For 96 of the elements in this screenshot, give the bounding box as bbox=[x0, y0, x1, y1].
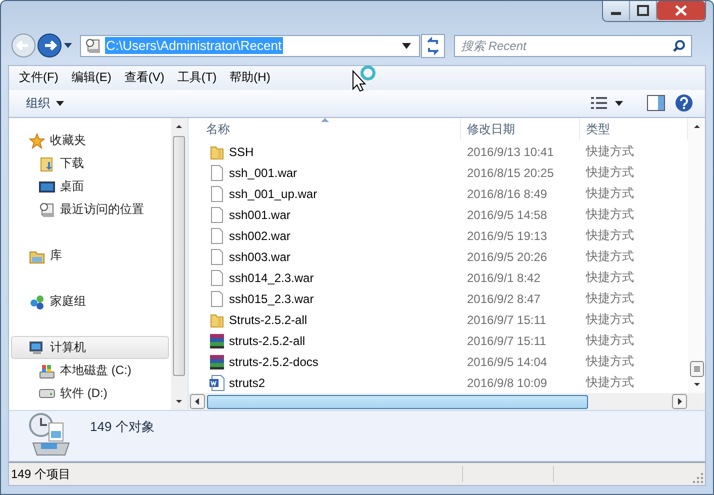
file-icon bbox=[209, 186, 225, 202]
menu-item[interactable]: 文件(F) bbox=[13, 67, 64, 88]
file-date: 2016/9/5 19:13 bbox=[466, 228, 548, 245]
file-type: 快捷方式 bbox=[584, 143, 635, 160]
navigation-item[interactable]: 计算机 bbox=[11, 336, 169, 360]
file-type: 快捷方式 bbox=[584, 206, 635, 224]
preview-pane-button[interactable] bbox=[647, 95, 665, 112]
file-name[interactable]: ssh_001.war bbox=[229, 166, 298, 180]
navigation-item[interactable]: 软件 (D:) bbox=[11, 382, 169, 406]
search-icon[interactable] bbox=[673, 40, 685, 52]
file-name[interactable]: SSH bbox=[229, 144, 254, 159]
star-icon bbox=[29, 132, 45, 149]
help-button[interactable] bbox=[675, 94, 693, 112]
file-type: 快捷方式 bbox=[584, 374, 635, 392]
navigation-item[interactable]: 最近访问的位置 bbox=[11, 198, 169, 222]
close-button[interactable] bbox=[657, 1, 705, 20]
homegroup-icon bbox=[29, 294, 45, 310]
file-date: 2016/9/5 20:26 bbox=[466, 248, 548, 266]
scroll-thumb[interactable] bbox=[207, 394, 588, 409]
file-icon bbox=[209, 206, 225, 223]
view-list-button[interactable] bbox=[591, 96, 607, 110]
file-type: 快捷方式 bbox=[584, 164, 635, 182]
computer-icon bbox=[29, 340, 45, 356]
dropdown-arrow-icon[interactable] bbox=[402, 42, 411, 49]
file-name[interactable]: ssh003.war bbox=[229, 250, 290, 264]
file-icon bbox=[209, 290, 225, 307]
file-type: 快捷方式 bbox=[584, 227, 635, 244]
scroll-thumb[interactable] bbox=[173, 136, 185, 376]
file-date: 2016/9/7 15:11 bbox=[466, 312, 548, 329]
refresh-button[interactable] bbox=[421, 34, 445, 58]
organize-button[interactable]: 组织 bbox=[21, 92, 69, 115]
menu-item[interactable]: 查看(V) bbox=[118, 67, 170, 88]
resize-grip-icon[interactable] bbox=[693, 473, 703, 483]
column-header[interactable]: 修改日期 bbox=[461, 118, 580, 140]
drive-icon bbox=[39, 362, 55, 379]
file-date: 2016/9/5 14:58 bbox=[466, 206, 548, 224]
archive-icon bbox=[209, 354, 225, 370]
file-type: 快捷方式 bbox=[584, 353, 635, 370]
folder-icon bbox=[209, 144, 225, 160]
file-date: 2016/9/7 15:11 bbox=[466, 332, 548, 350]
recent-places-icon bbox=[85, 38, 101, 54]
file-date: 2016/9/2 8:47 bbox=[466, 290, 542, 308]
navigation-item[interactable]: 库 bbox=[11, 244, 169, 268]
file-name[interactable]: Struts-2.5.2-all bbox=[229, 312, 308, 327]
navigation-item[interactable]: 收藏夹 bbox=[11, 129, 169, 152]
file-icon bbox=[209, 270, 225, 286]
status-text: 149 个项目 bbox=[11, 466, 70, 483]
document-icon bbox=[209, 374, 225, 391]
scrollbar[interactable] bbox=[189, 393, 705, 410]
file-type: 快捷方式 bbox=[584, 248, 635, 266]
caret-icon[interactable] bbox=[56, 100, 64, 106]
file-date: 2016/9/1 8:42 bbox=[466, 270, 542, 287]
recent-places-icon bbox=[39, 202, 55, 218]
file-name[interactable]: ssh002.war bbox=[229, 228, 290, 243]
sort-arrow-icon bbox=[320, 118, 328, 122]
file-type: 快捷方式 bbox=[584, 269, 635, 286]
menu-item[interactable]: 帮助(H) bbox=[224, 67, 276, 88]
file-name[interactable]: struts-2.5.2-docs bbox=[229, 354, 318, 369]
file-name[interactable]: ssh015_2.3.war bbox=[229, 292, 314, 306]
busy-cursor-icon bbox=[352, 65, 378, 93]
navigation-item[interactable]: 家庭组 bbox=[11, 290, 169, 314]
scrollbar[interactable] bbox=[688, 118, 705, 394]
drive-icon bbox=[39, 389, 55, 398]
view-dropdown-icon[interactable] bbox=[615, 100, 623, 106]
forward-button[interactable] bbox=[37, 33, 62, 58]
file-type: 快捷方式 bbox=[584, 185, 635, 202]
column-header[interactable]: 名称 bbox=[189, 118, 461, 140]
item-count: 149 个对象 bbox=[90, 418, 154, 436]
monitor-icon bbox=[39, 178, 55, 195]
scroll-thumb[interactable] bbox=[688, 361, 704, 378]
folder-icon bbox=[209, 312, 225, 328]
file-name[interactable]: struts2 bbox=[229, 376, 266, 390]
file-type: 快捷方式 bbox=[584, 290, 635, 308]
file-type: 快捷方式 bbox=[584, 332, 635, 350]
folder-icon bbox=[39, 156, 55, 172]
archive-icon bbox=[209, 332, 225, 349]
navigation-item[interactable]: 本地磁盘 (C:) bbox=[11, 359, 169, 382]
file-name[interactable]: struts-2.5.2-all bbox=[229, 334, 306, 348]
menu-item[interactable]: 编辑(E) bbox=[65, 67, 118, 88]
file-date: 2016/8/15 20:25 bbox=[466, 164, 555, 182]
file-icon bbox=[209, 164, 225, 181]
file-icon bbox=[209, 248, 225, 265]
file-name[interactable]: ssh_001_up.war bbox=[229, 186, 318, 201]
navigation-item[interactable]: 下载 bbox=[11, 152, 169, 176]
file-name[interactable]: ssh001.war bbox=[229, 208, 290, 222]
file-name[interactable]: ssh014_2.3.war bbox=[229, 270, 314, 285]
search-field[interactable]: 搜索 Recent bbox=[454, 34, 692, 57]
menu-item[interactable]: 工具(T) bbox=[171, 67, 223, 88]
file-icon bbox=[209, 228, 225, 244]
file-type: 快捷方式 bbox=[584, 311, 635, 328]
file-date: 2016/9/13 10:41 bbox=[466, 144, 555, 161]
file-date: 2016/9/5 14:04 bbox=[466, 354, 548, 371]
navigation-item[interactable]: 桌面 bbox=[11, 175, 169, 198]
file-date: 2016/8/16 8:49 bbox=[466, 186, 548, 203]
file-date: 2016/9/8 10:09 bbox=[466, 374, 548, 392]
scrollbar[interactable] bbox=[171, 118, 187, 410]
